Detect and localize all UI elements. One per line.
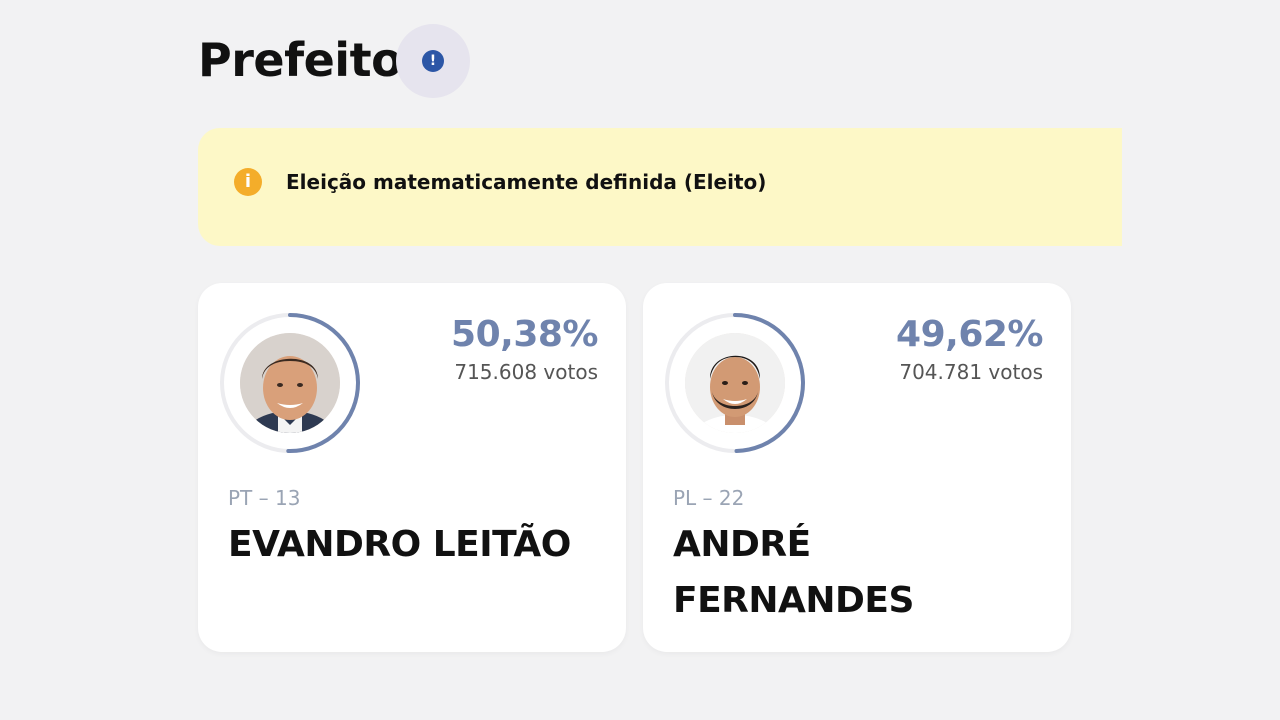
avatar [240,333,340,433]
vote-count: 715.608 votos [454,360,598,384]
candidate-name: ANDRÉ FERNANDES [673,524,914,621]
avatar [685,333,785,433]
exclamation-icon: ! [422,50,444,72]
alert-text: Eleição matematicamente definida (Eleito… [286,170,767,194]
party-number: PT – 13 [228,486,301,510]
vote-percentage: 49,62% [896,314,1043,355]
election-status-alert: i Eleição matematicamente definida (Elei… [198,128,1122,246]
party-number: PL – 22 [673,486,745,510]
page-title: Prefeito [198,33,403,87]
vote-percentage: 50,38% [451,314,598,355]
info-button[interactable]: ! [396,24,470,98]
info-icon: i [234,168,262,196]
page: Prefeito ! i Eleição matematicamente def… [0,0,1280,720]
candidate-avatar-ring [663,311,807,455]
candidate-photo [685,333,785,433]
candidate-card[interactable]: 50,38% 715.608 votos PT – 13 EVANDRO LEI… [198,283,626,652]
candidate-avatar-ring [218,311,362,455]
candidate-photo [240,333,340,433]
vote-count: 704.781 votos [899,360,1043,384]
candidate-name: EVANDRO LEITÃO [228,524,571,565]
candidate-card[interactable]: 49,62% 704.781 votos PL – 22 ANDRÉ FERNA… [643,283,1071,652]
